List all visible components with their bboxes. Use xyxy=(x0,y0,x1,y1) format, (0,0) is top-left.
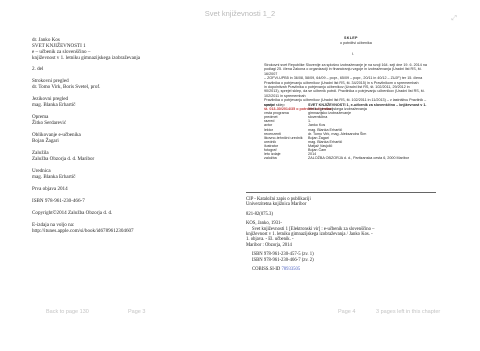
decision-subheading: o potrditvi učbenika xyxy=(340,41,372,45)
detail-value: ZALOŽBA OBZORJA d. d., Partizanska cesta… xyxy=(308,156,410,161)
fullscreen-icon[interactable]: ⤢ xyxy=(451,14,457,22)
left-page-number: Page 3 xyxy=(128,309,146,315)
book-details: naslov SVET KNJIŽEVNOSTI 1, e-učbenik za … xyxy=(264,103,454,160)
decision-heading: SKLEP xyxy=(344,36,358,40)
cobiss-id: COBISS.SI-ID 78933505 xyxy=(246,267,375,272)
paragraph-line: 90/2013), sprejel sklep, da se učbenik p… xyxy=(264,89,425,98)
cobiss-link[interactable]: 78933505 xyxy=(281,267,300,272)
cip-record: CIP - Kataložni zapis o publikaciji Univ… xyxy=(246,197,375,272)
detail-key: založba xyxy=(264,156,277,161)
back-to-page-link[interactable]: Back to page 130 xyxy=(46,309,89,315)
left-page: dr. Janko Kos SVET KNJIŽEVNOSTI 1 e – uč… xyxy=(32,37,242,302)
right-page: SKLEP o potrditvi učbenika I. Strokovni … xyxy=(246,36,456,302)
paragraph-line: – ZOFVI-UPB5 in 36/08, 58/09, 64/09 – po… xyxy=(264,76,423,81)
divider xyxy=(246,192,436,193)
paragraph-line: podlagi 25. člena Zakona o organizaciji … xyxy=(264,67,422,76)
right-page-number: Page 4 xyxy=(338,309,356,315)
detail-row: založba ZALOŽBA OBZORJA d. d., Partizansk… xyxy=(264,156,454,160)
cobiss-prefix: COBISS.SI-ID xyxy=(252,267,281,273)
window-title: Svet književnosti 1_2 xyxy=(204,9,276,18)
pages-left-label: 3 pages left in this chapter xyxy=(376,309,441,315)
section-number: I. xyxy=(352,52,355,56)
title-bar: Svet književnosti 1_2 ⤢ xyxy=(0,0,480,24)
ebook-url[interactable]: http://itunes.apple.com/si/book/id678961… xyxy=(32,228,242,234)
